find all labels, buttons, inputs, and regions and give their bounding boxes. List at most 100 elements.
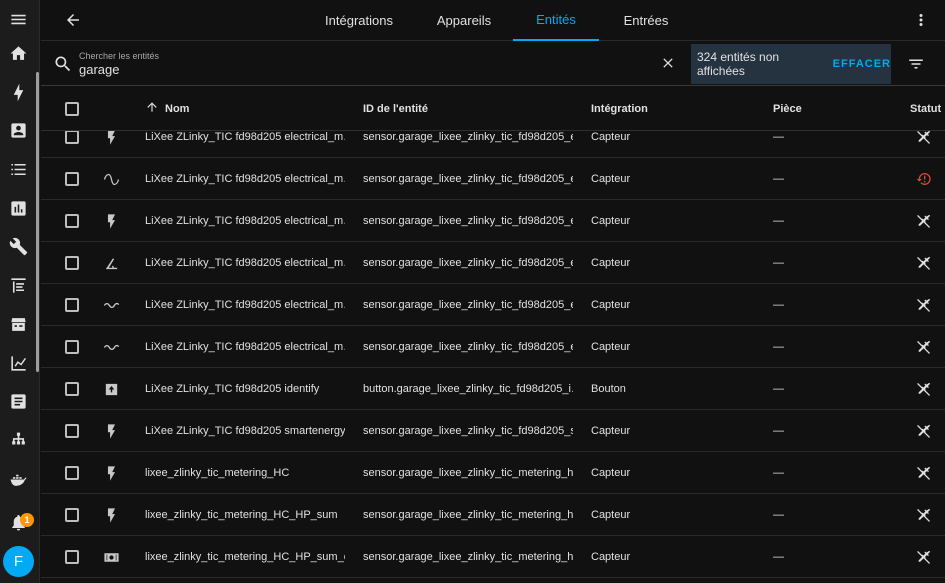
entity-id: sensor.garage_lixee_zlinky_tic_metering_… [363, 509, 573, 521]
table-row[interactable]: LiXee ZLinky_TIC fd98d205 electrical_m… s… [41, 200, 945, 242]
column-header-room[interactable]: Pièce [773, 86, 802, 131]
sort-ascending-icon [145, 100, 165, 117]
entity-name: lixee_zlinky_tic_metering_HC_HP_sum [145, 509, 338, 521]
column-header-entity-id[interactable]: ID de l'entité [363, 86, 428, 131]
entity-room: — [773, 425, 784, 437]
row-checkbox[interactable] [65, 131, 79, 158]
entity-room: — [773, 131, 784, 143]
row-checkbox[interactable] [65, 326, 79, 368]
column-header-integration[interactable]: Intégration [591, 86, 648, 131]
flash-icon [101, 200, 121, 242]
table-row[interactable]: lixee_zlinky_tic_metering_HC_HP_sum senso… [41, 494, 945, 536]
flash-icon [101, 131, 121, 158]
tab-integrations[interactable]: Intégrations [309, 0, 409, 41]
table-row[interactable]: lixee_zlinky_tic_metering_HC sensor.garag… [41, 452, 945, 494]
notification-count-badge: 1 [20, 513, 34, 527]
disabled-status-icon [913, 494, 935, 536]
hidden-entities-count: 324 entités non affichées [697, 50, 780, 78]
search-icon [53, 54, 73, 74]
disabled-status-icon [913, 284, 935, 326]
angle-icon [101, 242, 121, 284]
disabled-status-icon [913, 200, 935, 242]
table-row[interactable]: LiXee ZLinky_TIC fd98d205 electrical_m… s… [41, 158, 945, 200]
table-row[interactable]: LiXee ZLinky_TIC fd98d205 smartenergy… se… [41, 410, 945, 452]
tab-devices[interactable]: Appareils [419, 0, 509, 41]
entity-id: sensor.garage_lixee_zlinky_tic_metering_… [363, 551, 573, 563]
user-avatar[interactable]: F [3, 546, 34, 577]
entity-id: sensor.garage_lixee_zlinky_tic_fd98d205_… [363, 257, 573, 269]
flash-icon [101, 494, 121, 536]
entity-id: sensor.garage_lixee_zlinky_tic_fd98d205_… [363, 173, 573, 185]
entity-id: sensor.garage_lixee_zlinky_tic_metering_… [363, 467, 573, 479]
entity-integration: Capteur [591, 215, 631, 227]
energy-icon[interactable] [0, 74, 36, 110]
column-header-status[interactable]: Statut [910, 86, 941, 131]
table-row[interactable]: LiXee ZLinky_TIC fd98d205 electrical_m… s… [41, 284, 945, 326]
entity-integration: Capteur [591, 257, 631, 269]
entity-integration: Capteur [591, 509, 631, 521]
entity-room: — [773, 299, 784, 311]
person-card-icon[interactable] [0, 112, 36, 148]
entity-id: sensor.garage_lixee_zlinky_tic_fd98d205_… [363, 341, 573, 353]
hacs-store-icon[interactable] [0, 306, 36, 342]
row-checkbox[interactable] [65, 368, 79, 410]
sidebar: 1 F [0, 0, 40, 583]
row-checkbox[interactable] [65, 494, 79, 536]
clear-filters-button[interactable]: EFFACER [833, 58, 891, 70]
top-bar: Intégrations Appareils Entités Entrées [41, 0, 945, 41]
list-icon[interactable] [0, 151, 36, 187]
clear-search-icon[interactable] [658, 53, 678, 73]
wrench-icon[interactable] [0, 228, 36, 264]
entity-id: button.garage_lixee_zlinky_tic_fd98d205_… [363, 383, 573, 395]
row-checkbox[interactable] [65, 158, 79, 200]
home-icon[interactable] [0, 35, 36, 71]
table-row[interactable]: LiXee ZLinky_TIC fd98d205 electrical_m… s… [41, 326, 945, 368]
history-chart-icon[interactable] [0, 190, 36, 226]
column-header-name[interactable]: Nom [145, 86, 189, 131]
entity-integration: Capteur [591, 551, 631, 563]
entity-room: — [773, 509, 784, 521]
table-row[interactable]: lixee_zlinky_tic_metering_HC_HP_sum_c… se… [41, 536, 945, 578]
select-all-checkbox[interactable] [65, 86, 79, 131]
entity-integration: Capteur [591, 173, 631, 185]
entity-room: — [773, 467, 784, 479]
table-row[interactable]: LiXee ZLinky_TIC fd98d205 electrical_m… s… [41, 131, 945, 158]
more-vertical-icon[interactable] [909, 8, 933, 32]
entity-id: sensor.garage_lixee_zlinky_tic_fd98d205_… [363, 425, 573, 437]
entity-name: LiXee ZLinky_TIC fd98d205 electrical_m… [145, 131, 345, 143]
row-checkbox[interactable] [65, 536, 79, 578]
back-arrow-icon[interactable] [61, 8, 85, 32]
logbook-icon[interactable] [0, 267, 36, 303]
menu-icon[interactable] [0, 1, 36, 37]
row-checkbox[interactable] [65, 284, 79, 326]
current-ac-icon [101, 284, 121, 326]
disabled-status-icon [913, 536, 935, 578]
entity-name: LiXee ZLinky_TIC fd98d205 electrical_m… [145, 257, 345, 269]
row-checkbox[interactable] [65, 410, 79, 452]
entity-id: sensor.garage_lixee_zlinky_tic_fd98d205_… [363, 299, 573, 311]
cash-icon [101, 536, 121, 578]
notes-icon[interactable] [0, 383, 36, 419]
entity-integration: Capteur [591, 299, 631, 311]
table-row[interactable]: LiXee ZLinky_TIC fd98d205 electrical_m… s… [41, 242, 945, 284]
statistics-icon[interactable] [0, 345, 36, 381]
table-row[interactable]: LiXee ZLinky_TIC fd98d205 identify button… [41, 368, 945, 410]
flash-icon [101, 410, 121, 452]
row-checkbox[interactable] [65, 200, 79, 242]
entity-room: — [773, 341, 784, 353]
table-header: Nom ID de l'entité Intégration Pièce Sta… [41, 86, 945, 131]
row-checkbox[interactable] [65, 452, 79, 494]
entity-room: — [773, 383, 784, 395]
tab-entities[interactable]: Entités [513, 0, 599, 41]
search-input[interactable]: garage [79, 62, 119, 77]
network-icon[interactable] [0, 422, 36, 458]
entity-name: LiXee ZLinky_TIC fd98d205 identify [145, 383, 320, 395]
filter-icon[interactable] [905, 53, 927, 75]
docker-icon[interactable] [0, 461, 36, 497]
disabled-status-icon [913, 326, 935, 368]
entity-integration: Capteur [591, 425, 631, 437]
tab-helpers[interactable]: Entrées [603, 0, 689, 41]
row-checkbox[interactable] [65, 242, 79, 284]
sine-wave-icon [101, 158, 121, 200]
sidebar-scrollbar[interactable] [36, 72, 39, 372]
